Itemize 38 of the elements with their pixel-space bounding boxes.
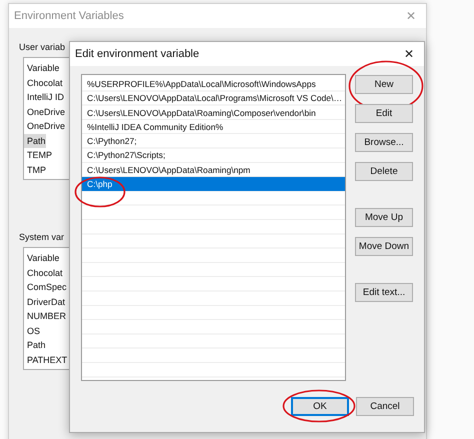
- variable-item[interactable]: PATHEXT: [24, 352, 68, 367]
- path-entry[interactable]: C:\php: [82, 177, 345, 192]
- variable-item[interactable]: DriverDat: [24, 294, 66, 309]
- path-entry[interactable]: C:\Python27;: [82, 134, 345, 148]
- variable-item[interactable]: OneDrive: [24, 104, 66, 119]
- path-entry[interactable]: C:\Users\LENOVO\AppData\Roaming\Composer\vendor\bin: [82, 106, 345, 120]
- window-title: Environment Variables: [14, 10, 124, 22]
- variable-item[interactable]: NUMBER: [24, 309, 66, 324]
- variable-item[interactable]: IntelliJ ID: [24, 90, 64, 104]
- variable-item[interactable]: Variable: [24, 61, 60, 76]
- path-entry[interactable]: C:\Python27\Scripts;: [82, 148, 345, 163]
- variable-item[interactable]: OneDrive: [24, 119, 66, 134]
- dialog-button[interactable]: OK: [291, 397, 349, 416]
- variable-item[interactable]: TMP: [24, 162, 46, 177]
- variable-item[interactable]: Variable: [24, 251, 60, 266]
- variable-item[interactable]: Path: [24, 134, 46, 148]
- path-entry[interactable]: %USERPROFILE%\AppData\Local\Microsoft\WindowsApps: [82, 77, 345, 92]
- close-icon[interactable]: ✕: [404, 47, 414, 61]
- dialog-title: Edit environment variable: [75, 48, 200, 60]
- dialog-button[interactable]: Edit text...: [355, 283, 413, 302]
- variable-item[interactable]: Path: [24, 338, 46, 352]
- dialog-button[interactable]: Move Down: [355, 237, 413, 256]
- variable-item[interactable]: Chocolat: [24, 76, 63, 90]
- variable-item[interactable]: TEMP: [24, 148, 52, 162]
- dialog-button[interactable]: Move Up: [355, 208, 413, 227]
- variable-item[interactable]: ComSpec: [24, 280, 67, 294]
- path-entry[interactable]: C:\Users\LENOVO\AppData\Roaming\npm: [82, 162, 345, 178]
- dialog-button[interactable]: Browse...: [355, 133, 413, 152]
- dialog-button[interactable]: Delete: [355, 162, 413, 181]
- variable-item[interactable]: Chocolat: [24, 266, 63, 280]
- section-label: User variab: [19, 42, 66, 52]
- path-entry[interactable]: %IntelliJ IDEA Community Edition%: [82, 120, 345, 134]
- path-entry[interactable]: C:\Users\LENOVO\AppData\Local\Programs\Microsoft VS Code\…: [82, 91, 345, 106]
- variable-item[interactable]: OS: [24, 324, 40, 338]
- section-label: System var: [19, 232, 64, 242]
- dialog-button[interactable]: Edit: [355, 104, 413, 123]
- dialog-button[interactable]: Cancel: [356, 397, 414, 416]
- dialog-button[interactable]: New: [355, 75, 413, 94]
